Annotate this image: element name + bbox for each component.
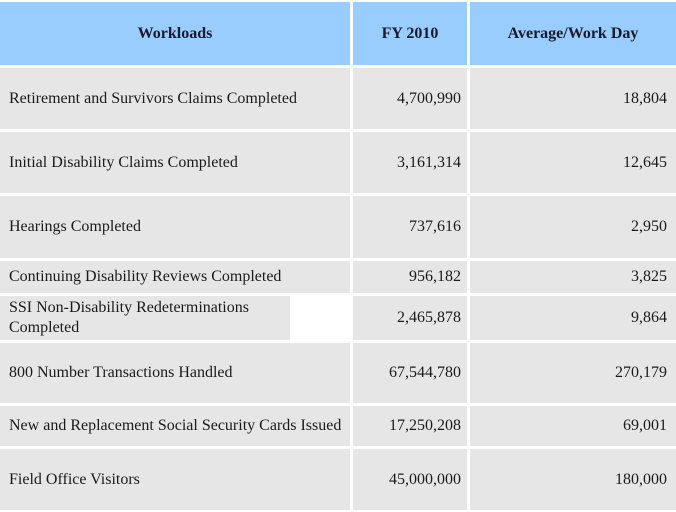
row-3-workload: Hearings Completed: [0, 196, 350, 258]
row-4-fy2010: 956,182: [353, 261, 467, 293]
row-4-workload: Continuing Disability Reviews Completed: [0, 261, 350, 293]
header-workloads: Workloads: [0, 2, 350, 65]
row-6-average: 270,179: [470, 343, 676, 403]
row-7-average: 69,001: [470, 406, 676, 446]
header-average-work-day: Average/Work Day: [470, 2, 676, 65]
row-2-workload: Initial Disability Claims Completed: [0, 132, 350, 193]
row-2-average: 12,645: [470, 132, 676, 193]
row-2-fy2010: 3,161,314: [353, 132, 467, 193]
row-3-average: 2,950: [470, 196, 676, 258]
row-6-workload: 800 Number Transactions Handled: [0, 343, 350, 403]
row-3-fy2010: 737,616: [353, 196, 467, 258]
row-8-average: 180,000: [470, 449, 676, 510]
row-5-workload: SSI Non-Disability Redeterminations Comp…: [0, 296, 290, 340]
row-7-workload: New and Replacement Social Security Card…: [0, 406, 350, 446]
row-7-fy2010: 17,250,208: [353, 406, 467, 446]
header-fy2010: FY 2010: [353, 2, 467, 65]
row-8-workload: Field Office Visitors: [0, 449, 350, 510]
row-6-fy2010: 67,544,780: [353, 343, 467, 403]
row-5-fy2010: 2,465,878: [353, 296, 467, 340]
row-4-average: 3,825: [470, 261, 676, 293]
row-1-workload: Retirement and Survivors Claims Complete…: [0, 68, 350, 129]
row-8-fy2010: 45,000,000: [353, 449, 467, 510]
row-5-average: 9,864: [470, 296, 676, 340]
row-1-fy2010: 4,700,990: [353, 68, 467, 129]
row-1-average: 18,804: [470, 68, 676, 129]
workloads-table: Workloads FY 2010 Average/Work Day Retir…: [0, 2, 676, 510]
